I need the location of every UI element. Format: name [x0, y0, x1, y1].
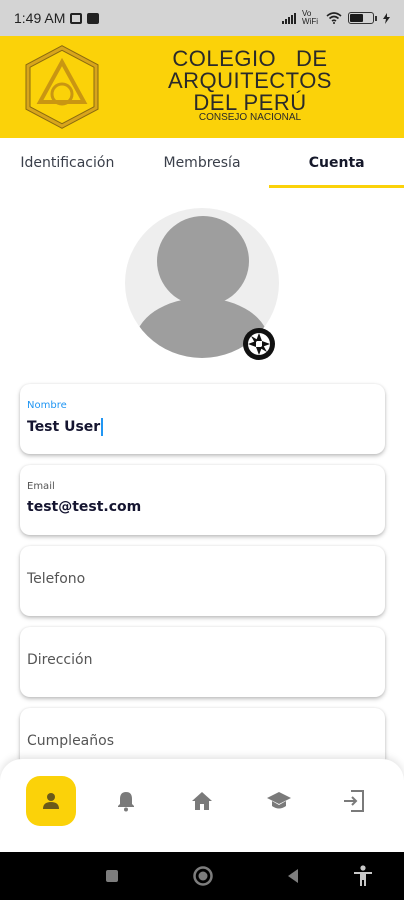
- org-name-line3: DEL PERÚ: [193, 90, 307, 115]
- text-caret: [101, 418, 104, 436]
- nav-notifications[interactable]: [101, 776, 151, 826]
- app-header: COLEGIO DE ARQUITECTOS DEL PERÚ CONSEJO …: [0, 36, 404, 138]
- status-bar: 1:49 AM Vo WiFi: [0, 0, 404, 36]
- nav-education[interactable]: [254, 776, 304, 826]
- status-time: 1:49 AM: [14, 10, 66, 26]
- nombre-field[interactable]: Nombre Test User: [20, 384, 385, 454]
- network-label: Vo WiFi: [302, 9, 318, 26]
- accessibility-button[interactable]: [350, 852, 376, 900]
- nav-logout[interactable]: [329, 776, 379, 826]
- camera-aperture-icon: [248, 333, 270, 355]
- back-button[interactable]: [282, 852, 304, 900]
- cumpleanos-label: Cumpleaños: [27, 733, 114, 749]
- telefono-label: Telefono: [27, 571, 86, 587]
- camera-button[interactable]: [243, 328, 275, 360]
- system-navigation-bar: [0, 852, 404, 900]
- nombre-text: Test User: [27, 419, 101, 435]
- home-icon: [192, 792, 212, 810]
- org-name-line2: ARQUITECTOS: [167, 68, 332, 93]
- home-button[interactable]: [190, 852, 216, 900]
- logo-icon: [25, 45, 99, 129]
- charging-icon: [383, 12, 390, 24]
- org-subtitle: CONSEJO NACIONAL: [198, 112, 302, 123]
- recents-button[interactable]: [100, 852, 124, 900]
- avatar-head: [157, 216, 249, 306]
- email-value: test@test.com: [27, 499, 142, 515]
- tab-membresia[interactable]: Membresía: [135, 138, 270, 188]
- tab-bar: Identificación Membresía Cuenta: [0, 138, 404, 188]
- tab-identificacion[interactable]: Identificación: [0, 138, 135, 188]
- nombre-value: Test User: [27, 418, 104, 436]
- nombre-label: Nombre: [27, 400, 67, 411]
- notification-icon: [70, 12, 83, 24]
- nav-profile[interactable]: [26, 776, 76, 826]
- square-icon: [106, 870, 118, 882]
- battery-icon: [348, 12, 374, 24]
- wifi-icon: [326, 12, 342, 24]
- telefono-field[interactable]: Telefono: [20, 546, 385, 616]
- email-field[interactable]: Email test@test.com: [20, 465, 385, 535]
- circle-icon: [193, 866, 213, 886]
- person-icon: [43, 793, 59, 809]
- graduation-cap-icon: [267, 792, 291, 809]
- signal-icon: [282, 12, 296, 24]
- direccion-field[interactable]: Dirección: [20, 627, 385, 697]
- app-notification-icon: [87, 12, 100, 24]
- bottom-navigation: [0, 759, 404, 852]
- back-triangle-icon: [288, 869, 298, 883]
- org-name: COLEGIO DE ARQUITECTOS DEL PERÚ: [160, 48, 340, 114]
- nav-home[interactable]: [177, 776, 227, 826]
- org-name-line1: COLEGIO DE: [172, 46, 328, 71]
- accessibility-icon: [354, 865, 372, 886]
- tab-cuenta[interactable]: Cuenta: [269, 138, 404, 188]
- direccion-label: Dirección: [27, 652, 93, 668]
- logout-icon: [344, 790, 364, 812]
- email-label: Email: [27, 481, 55, 492]
- bell-icon: [118, 792, 134, 812]
